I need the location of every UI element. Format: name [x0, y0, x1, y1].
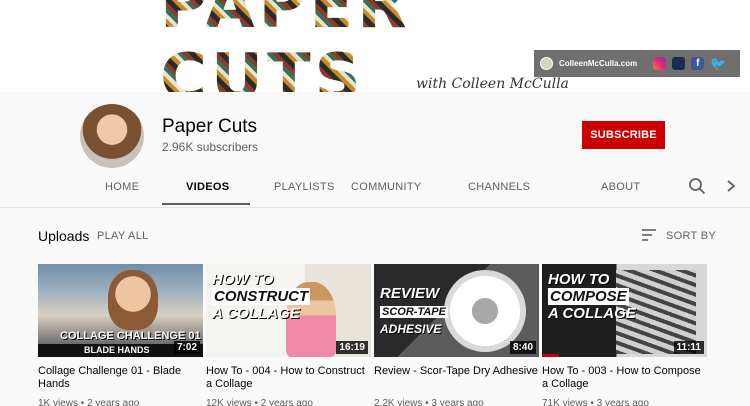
video-title[interactable]: Review - Scor-Tape Dry Adhesive [374, 365, 539, 392]
video-card[interactable]: HOW TO CONSTRUCT A COLLAGE 16:19 How To … [206, 264, 371, 406]
thumbnail-tape-roll [444, 270, 526, 352]
creator-avatar-mini-icon [540, 57, 553, 70]
video-meta: 2.2K views • 3 years ago [374, 398, 539, 406]
twitter-icon[interactable]: 🐦 [710, 57, 726, 70]
subscriber-count: 2.96K subscribers [162, 140, 259, 154]
watch-progress-bar [542, 354, 559, 357]
active-tab-indicator [162, 203, 250, 205]
video-duration: 8:40 [509, 341, 536, 354]
video-title[interactable]: How To - 004 - How to Construct a Collag… [206, 365, 371, 392]
video-card[interactable]: HOW TO COMPOSE A COLLAGE 11:11 How To - … [542, 264, 707, 406]
video-duration: 7:02 [173, 341, 200, 354]
channel-header: Paper Cuts 2.96K subscribers SUBSCRIBE H… [0, 92, 750, 207]
thumbnail-person [108, 270, 158, 330]
video-title[interactable]: How To - 003 - How to Compose a Collage [542, 365, 707, 392]
video-thumbnail[interactable]: REVIEW SCOR-TAPE ADHESIVE 8:40 [374, 264, 539, 357]
youtube-channel-page: PAPER CUTS with Colleen McCulla ColleenM… [0, 0, 750, 406]
video-age: 2 years ago [260, 398, 313, 406]
banner-title: PAPER CUTS [160, 0, 590, 92]
tab-community[interactable]: COMMUNITY [351, 181, 422, 193]
uploads-title: Uploads [38, 228, 90, 244]
video-views: 2.2K views [374, 398, 423, 406]
chevron-right-icon[interactable] [725, 179, 737, 193]
subscribe-button[interactable]: SUBSCRIBE [582, 121, 665, 149]
website-link[interactable]: ColleenMcCulla.com [559, 59, 637, 68]
sort-icon[interactable] [641, 228, 657, 242]
channel-avatar[interactable] [80, 104, 144, 168]
channel-banner: PAPER CUTS with Colleen McCulla ColleenM… [0, 0, 750, 92]
thumbnail-caption: HOW TO CONSTRUCT A COLLAGE [212, 271, 311, 322]
channel-name: Paper Cuts [162, 116, 258, 137]
thumbnail-caption: HOW TO COMPOSE A COLLAGE [548, 271, 636, 322]
tab-channels[interactable]: CHANNELS [468, 181, 530, 193]
video-meta: 71K views • 3 years ago [542, 398, 707, 406]
video-duration: 11:11 [673, 341, 704, 354]
video-title[interactable]: Collage Challenge 01 - Blade Hands [38, 365, 203, 392]
sort-by-button[interactable]: SORT BY [666, 230, 716, 242]
video-thumbnail[interactable]: COLLAGE CHALLENGE 01 BLADE HANDS 7:02 [38, 264, 203, 357]
video-card[interactable]: REVIEW SCOR-TAPE ADHESIVE 8:40 Review - … [374, 264, 539, 406]
video-duration: 16:19 [336, 341, 368, 354]
instagram-icon[interactable] [653, 57, 667, 70]
video-views: 1K views [38, 398, 79, 406]
tab-videos[interactable]: VIDEOS [186, 181, 229, 193]
banner-with-text: with Colleen McCulla [416, 76, 569, 92]
video-card[interactable]: COLLAGE CHALLENGE 01 BLADE HANDS 7:02 Co… [38, 264, 203, 406]
video-thumbnail[interactable]: HOW TO COMPOSE A COLLAGE 11:11 [542, 264, 707, 357]
play-all-button[interactable]: PLAY ALL [97, 230, 149, 242]
channel-tabs: HOME VIDEOS PLAYLISTS COMMUNITY CHANNELS… [0, 177, 750, 207]
facebook-icon[interactable]: f [691, 57, 705, 70]
video-age: 3 years ago [596, 398, 649, 406]
video-thumbnail[interactable]: HOW TO CONSTRUCT A COLLAGE 16:19 [206, 264, 371, 357]
video-meta: 12K views • 2 years ago [206, 398, 371, 406]
banner-social-links: ColleenMcCulla.com f 🐦 [534, 50, 740, 77]
search-icon[interactable] [688, 177, 706, 195]
uploads-section: Uploads PLAY ALL SORT BY COLLAGE CHALLEN… [0, 207, 750, 406]
video-views: 71K views [542, 398, 588, 406]
tab-home[interactable]: HOME [105, 181, 139, 193]
video-age: 2 years ago [87, 398, 140, 406]
tab-playlists[interactable]: PLAYLISTS [274, 181, 335, 193]
video-meta: 1K views • 2 years ago [38, 398, 203, 406]
video-views: 12K views [206, 398, 252, 406]
video-age: 3 years ago [431, 398, 484, 406]
thumbnail-subcaption: BLADE HANDS [84, 345, 150, 355]
imdb-icon[interactable] [672, 57, 686, 70]
thumbnail-caption: REVIEW SCOR-TAPE ADHESIVE [380, 285, 448, 336]
tab-about[interactable]: ABOUT [601, 181, 640, 193]
